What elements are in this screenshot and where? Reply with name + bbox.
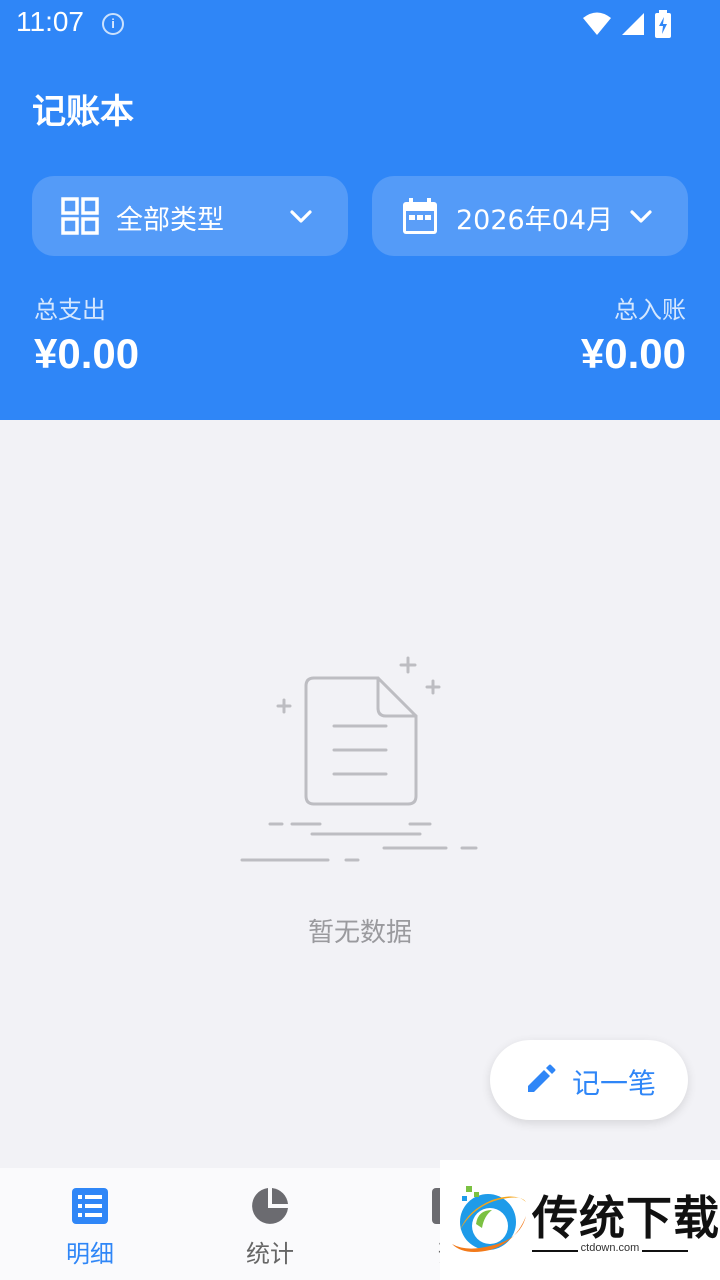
chevron-down-icon — [630, 210, 652, 223]
battery-icon — [655, 10, 671, 38]
pencil-icon — [528, 1064, 556, 1092]
status-icons — [582, 10, 672, 38]
type-filter-dropdown[interactable]: 全部类型 — [32, 176, 348, 256]
signal-icon — [622, 13, 644, 35]
tab-statistics-label: 统计 — [246, 1240, 294, 1268]
month-filter-dropdown[interactable]: 2026年04月 — [372, 176, 688, 256]
app-title: 记账本 — [32, 92, 134, 132]
status-time: 11:07 — [16, 6, 84, 37]
total-expense-value: ¥0.00 — [34, 330, 140, 377]
total-expense-label: 总支出 — [34, 296, 106, 324]
total-income-value: ¥0.00 — [580, 330, 686, 377]
total-income-label: 总入账 — [614, 296, 686, 324]
add-record-label: 记一笔 — [572, 1067, 657, 1100]
calendar-icon — [403, 198, 437, 234]
tab-statistics[interactable]: 统计 — [180, 1168, 360, 1280]
tab-details[interactable]: 明细 — [0, 1168, 180, 1280]
grid-icon — [61, 197, 99, 235]
tab-details-label: 明细 — [66, 1240, 114, 1268]
chevron-down-icon — [290, 210, 312, 223]
header: 11:07 i 记账本 全部类型 2026年04月 总支出 ¥0.00 总入账 … — [0, 0, 720, 420]
add-record-button[interactable]: 记一笔 — [490, 1040, 688, 1120]
watermark-brand: 传统下载 — [532, 1191, 720, 1245]
pie-chart-icon — [252, 1188, 288, 1224]
empty-document-icon — [240, 656, 478, 862]
watermark: 传统下载 ctdown.com — [440, 1160, 720, 1280]
watermark-url: ctdown.com — [580, 1242, 640, 1254]
list-icon — [72, 1188, 108, 1224]
watermark-divider-right — [642, 1250, 688, 1252]
info-icon: i — [102, 13, 124, 35]
watermark-logo-icon — [452, 1186, 526, 1252]
wifi-icon — [583, 12, 611, 35]
status-bar: 11:07 i — [0, 0, 720, 50]
empty-state-message: 暂无数据 — [307, 918, 412, 948]
month-filter-label: 2026年04月 — [456, 205, 614, 236]
type-filter-label: 全部类型 — [116, 205, 224, 236]
